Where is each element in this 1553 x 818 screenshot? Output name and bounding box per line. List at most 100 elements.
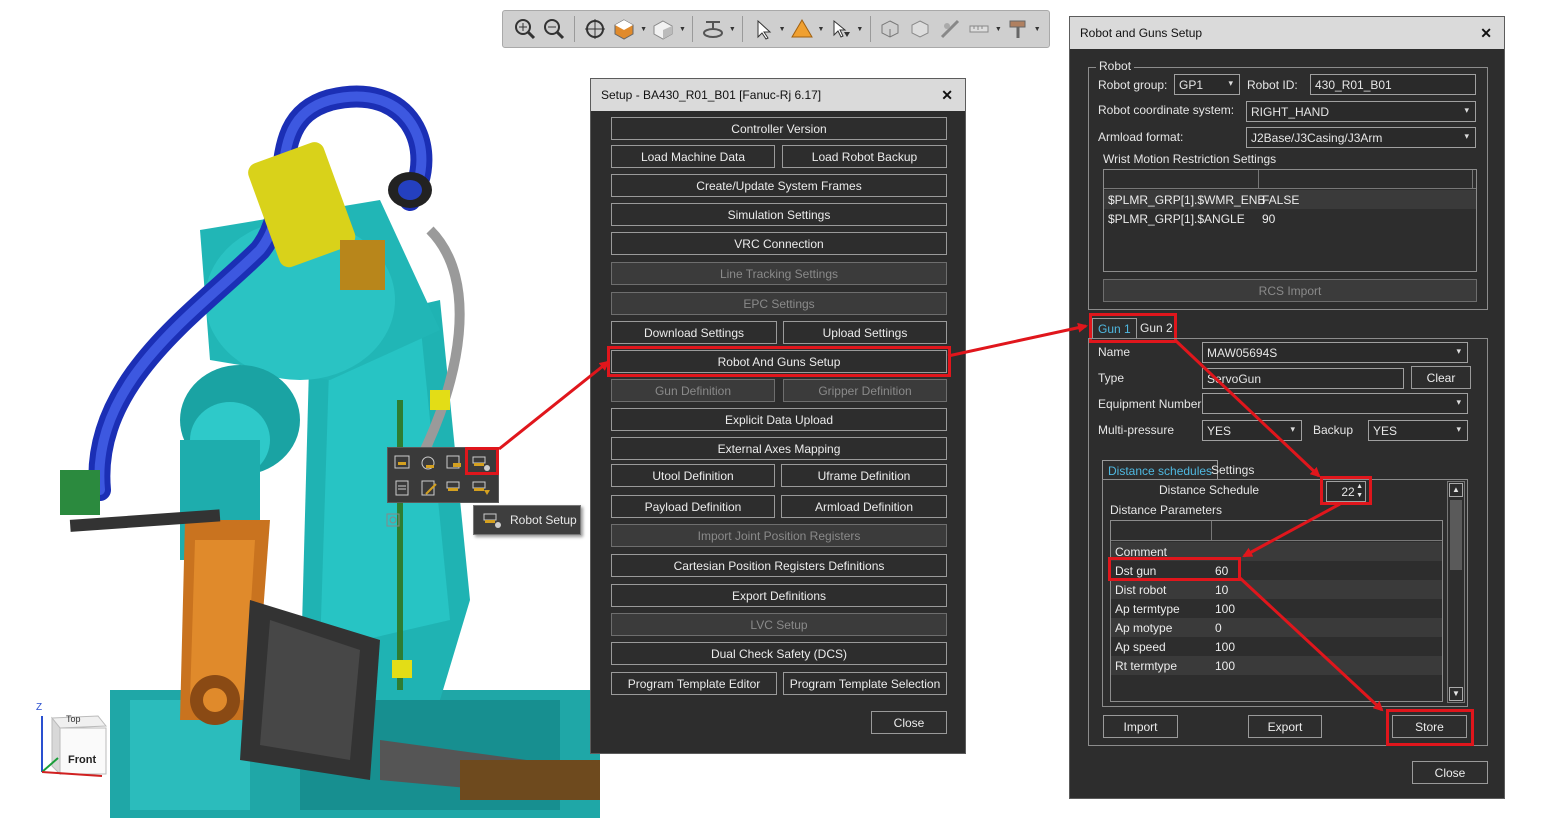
robot-sync-icon[interactable] [418, 453, 440, 473]
chevron-down-icon[interactable]: ▼ [729, 26, 736, 33]
paint-button[interactable] [1004, 14, 1032, 44]
line-tracking-settings-button[interactable]: Line Tracking Settings [611, 262, 947, 285]
document-icon[interactable] [392, 478, 414, 498]
chevron-down-icon[interactable]: ▼ [856, 26, 863, 33]
gun-name-select[interactable]: MAW05694S [1202, 342, 1468, 363]
visibility-button[interactable] [699, 14, 727, 44]
import-button[interactable]: Import [1103, 715, 1178, 738]
table-row[interactable]: Ap termtype 100 [1111, 599, 1442, 618]
chevron-down-icon[interactable]: ▼ [779, 26, 786, 33]
export-definitions-button[interactable]: Export Definitions [611, 584, 947, 607]
gun-definition-button[interactable]: Gun Definition [611, 379, 775, 402]
pointer-select-button[interactable] [827, 14, 855, 44]
zoom-out-button[interactable] [541, 14, 569, 44]
robot-download-icon[interactable] [470, 478, 492, 498]
select-button[interactable] [749, 14, 777, 44]
table-row[interactable]: Dist robot 10 [1111, 580, 1442, 599]
armload-definition-button[interactable]: Armload Definition [781, 495, 947, 518]
box-select-button[interactable] [877, 14, 905, 44]
simulation-settings-button[interactable]: Simulation Settings [611, 203, 947, 226]
close-icon[interactable]: ✕ [1480, 25, 1492, 42]
target-button[interactable] [581, 14, 609, 44]
chevron-down-icon[interactable]: ▼ [640, 26, 647, 33]
rcs-import-button[interactable]: RCS Import [1103, 279, 1477, 302]
close-icon[interactable]: ✕ [941, 87, 953, 104]
robot-group-select[interactable]: GP1 [1174, 74, 1240, 95]
table-row[interactable]: Rt termtype 100 [1111, 656, 1442, 675]
epc-settings-button[interactable]: EPC Settings [611, 292, 947, 315]
edit-document-icon[interactable] [418, 478, 440, 498]
distance-scrollbar[interactable]: ▲ ▼ [1447, 481, 1465, 703]
import-joint-position-registers-button[interactable]: Import Joint Position Registers [611, 524, 947, 547]
gun-type-input[interactable]: ServoGun [1202, 368, 1404, 389]
tab-gun-2[interactable]: Gun 2 [1135, 318, 1178, 338]
robot-program-icon[interactable] [392, 453, 414, 473]
robot-guns-titlebar[interactable]: Robot and Guns Setup ✕ [1070, 17, 1504, 49]
chevron-down-icon[interactable]: ▼ [679, 26, 686, 33]
coord-system-select[interactable]: RIGHT_HAND [1246, 101, 1476, 122]
robot-edit-icon[interactable] [444, 478, 466, 498]
create-system-frames-button[interactable]: Create/Update System Frames [611, 174, 947, 197]
ruler-button[interactable] [965, 14, 993, 44]
chevron-down-icon[interactable]: ▼ [995, 26, 1002, 33]
weld-button[interactable] [936, 14, 964, 44]
scroll-up-icon[interactable]: ▲ [1449, 483, 1463, 497]
table-row[interactable]: Ap motype 0 [1111, 618, 1442, 637]
setup-close-button[interactable]: Close [871, 711, 947, 734]
scroll-thumb[interactable] [1450, 500, 1462, 570]
wrist-restriction-grid[interactable]: $PLMR_GRP[1].$WMR_ENB FALSE $PLMR_GRP[1]… [1103, 169, 1477, 272]
armload-format-select[interactable]: J2Base/J3Casing/J3Arm [1246, 127, 1476, 148]
armload-format-label: Armload format: [1098, 130, 1184, 144]
upload-settings-button[interactable]: Upload Settings [783, 321, 947, 344]
robot-guns-title: Robot and Guns Setup [1080, 26, 1203, 40]
setup-dialog-title: Setup - BA430_R01_B01 [Fanuc-Rj 6.17] [601, 88, 822, 102]
equipment-number-select[interactable] [1202, 393, 1468, 414]
table-row[interactable]: Dst gun 60 [1111, 561, 1442, 580]
load-robot-backup-button[interactable]: Load Robot Backup [782, 145, 947, 168]
lvc-setup-button[interactable]: LVC Setup [611, 613, 947, 636]
table-row[interactable]: $PLMR_GRP[1].$WMR_ENB FALSE [1104, 190, 1476, 209]
distance-schedule-spinner[interactable]: 22 ▲ ▼ [1326, 481, 1366, 502]
spinner-arrows-icon[interactable]: ▲ ▼ [1356, 482, 1363, 500]
backup-select[interactable]: YES [1368, 420, 1468, 441]
gripper-definition-button[interactable]: Gripper Definition [783, 379, 947, 402]
shading-button[interactable] [611, 14, 639, 44]
program-template-selection-button[interactable]: Program Template Selection [783, 672, 947, 695]
tab-gun-1[interactable]: Gun 1 [1092, 318, 1137, 338]
explicit-data-upload-button[interactable]: Explicit Data Upload [611, 408, 947, 431]
controller-version-button[interactable]: Controller Version [611, 117, 947, 140]
tab-settings[interactable]: Settings [1206, 460, 1259, 480]
cartesian-position-registers-button[interactable]: Cartesian Position Registers Definitions [611, 554, 947, 577]
robot-list-icon[interactable] [444, 453, 466, 473]
table-row[interactable]: Comment [1111, 542, 1442, 561]
zoom-in-button[interactable] [511, 14, 539, 44]
scroll-down-icon[interactable]: ▼ [1449, 687, 1463, 701]
table-row[interactable]: $PLMR_GRP[1].$ANGLE 90 [1104, 209, 1476, 228]
program-template-editor-button[interactable]: Program Template Editor [611, 672, 777, 695]
orientation-cube[interactable]: Top Front Z [36, 702, 110, 778]
export-button[interactable]: Export [1248, 715, 1322, 738]
uframe-definition-button[interactable]: Uframe Definition [781, 464, 947, 487]
vrc-connection-button[interactable]: VRC Connection [611, 232, 947, 255]
load-machine-data-button[interactable]: Load Machine Data [611, 145, 775, 168]
dual-check-safety-button[interactable]: Dual Check Safety (DCS) [611, 642, 947, 665]
table-row[interactable]: Ap speed 100 [1111, 637, 1442, 656]
external-axes-mapping-button[interactable]: External Axes Mapping [611, 437, 947, 460]
robot-and-guns-setup-button[interactable]: Robot And Guns Setup [607, 346, 951, 377]
utool-definition-button[interactable]: Utool Definition [611, 464, 775, 487]
tab-distance-schedules[interactable]: Distance schedules [1102, 460, 1219, 480]
payload-definition-button[interactable]: Payload Definition [611, 495, 775, 518]
clear-button[interactable]: Clear [1411, 366, 1471, 389]
download-settings-button[interactable]: Download Settings [611, 321, 777, 344]
distance-parameters-grid[interactable]: Comment Dst gun 60 Dist robot 10 Ap termty… [1110, 520, 1443, 702]
cone-button[interactable] [788, 14, 816, 44]
store-button[interactable]: Store [1392, 715, 1467, 738]
chevron-down-icon[interactable]: ▼ [818, 26, 825, 33]
chevron-down-icon[interactable]: ▼ [1034, 26, 1041, 33]
multi-pressure-select[interactable]: YES [1202, 420, 1302, 441]
robot-id-input[interactable]: 430_R01_B01 [1310, 74, 1476, 95]
robot-guns-close-button[interactable]: Close [1412, 761, 1488, 784]
setup-dialog-titlebar[interactable]: Setup - BA430_R01_B01 [Fanuc-Rj 6.17] ✕ [591, 79, 965, 111]
solid-view-button[interactable] [649, 14, 677, 44]
frame-button[interactable] [906, 14, 934, 44]
